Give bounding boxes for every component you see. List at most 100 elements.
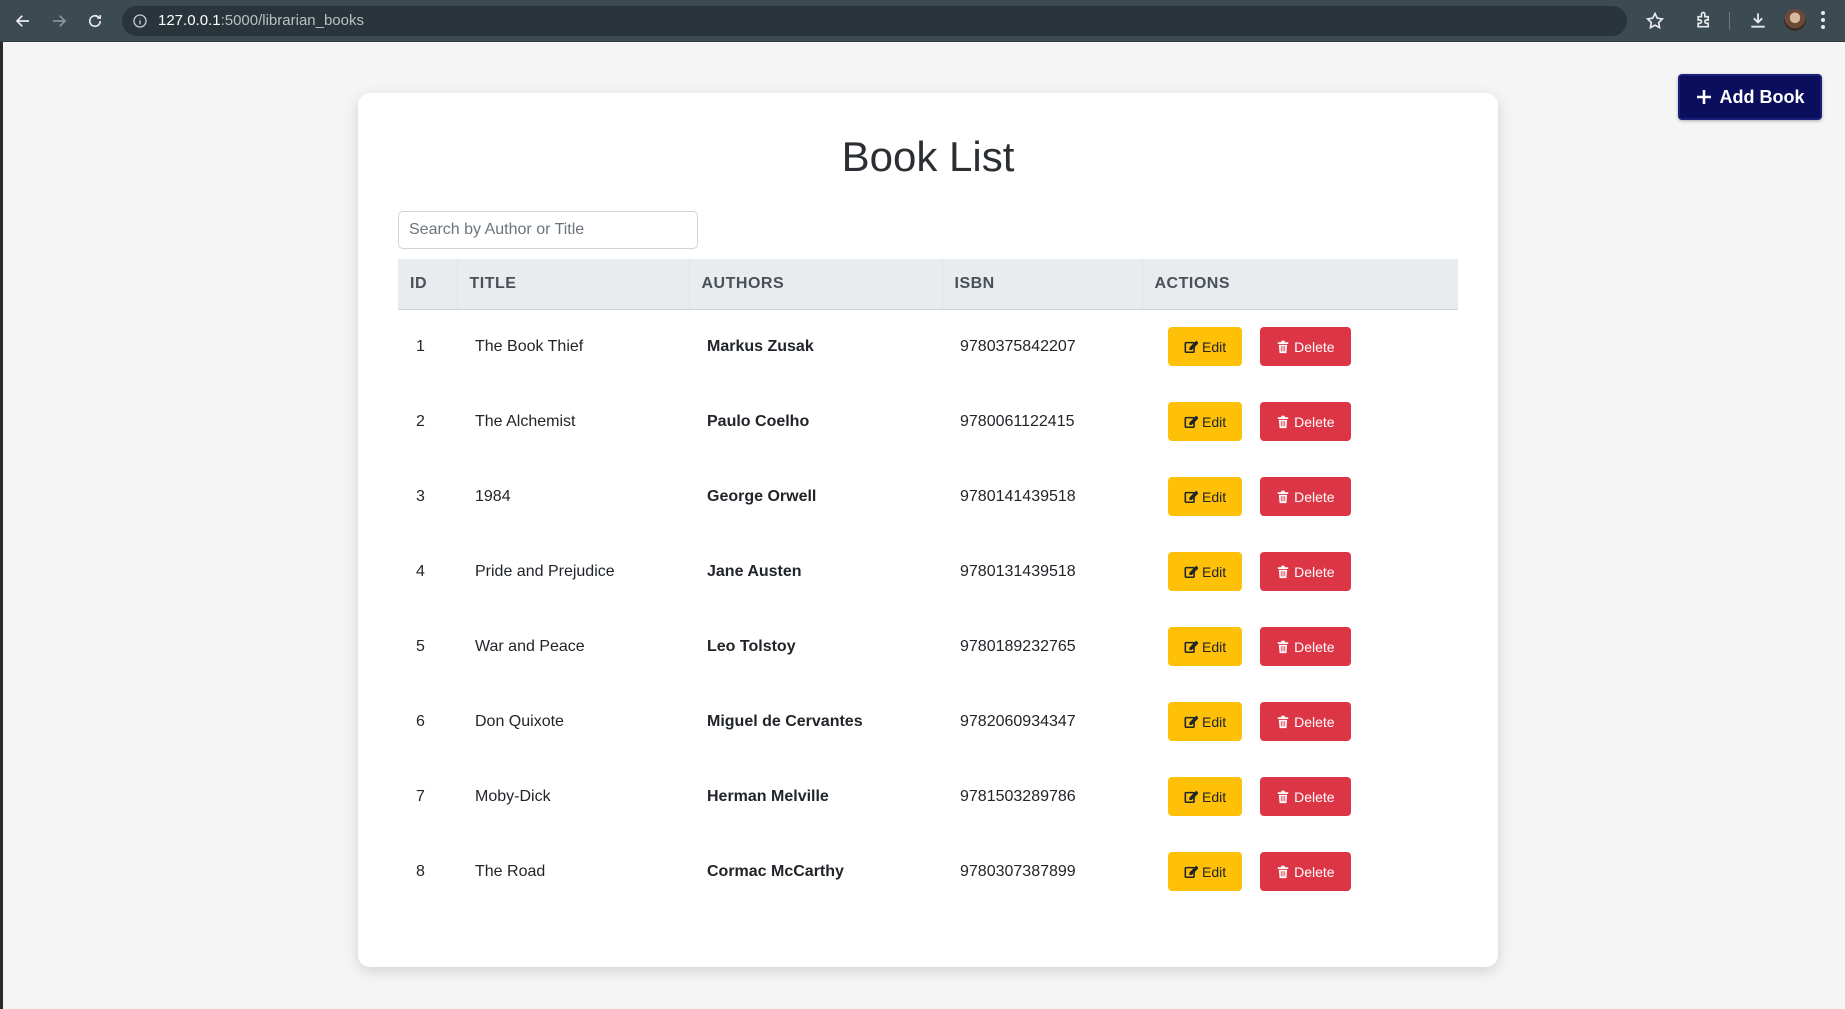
download-icon[interactable] (1748, 10, 1768, 30)
cell-title: Don Quixote (475, 712, 564, 730)
delete-button[interactable]: Delete (1260, 702, 1351, 741)
cell-author: Cormac McCarthy (707, 862, 844, 880)
reload-icon[interactable] (82, 8, 108, 34)
cell-actions: Edit Delete (1142, 609, 1458, 684)
more-menu-icon[interactable] (1820, 10, 1826, 30)
edit-button[interactable]: Edit (1168, 402, 1243, 441)
delete-label: Delete (1294, 713, 1335, 730)
edit-icon (1184, 340, 1198, 353)
delete-label: Delete (1294, 413, 1335, 430)
edit-button[interactable]: Edit (1168, 702, 1243, 741)
edit-button[interactable]: Edit (1168, 777, 1243, 816)
bookmark-star-icon[interactable] (1645, 11, 1665, 31)
url-host: 127.0.0.1 (158, 12, 221, 29)
edit-button[interactable]: Edit (1168, 552, 1243, 591)
trash-icon (1277, 340, 1289, 353)
edit-icon (1184, 415, 1198, 428)
cell-actions: Edit Delete (1142, 759, 1458, 834)
delete-label: Delete (1294, 638, 1335, 655)
edit-button[interactable]: Edit (1168, 627, 1243, 666)
cell-author: Herman Melville (707, 787, 829, 805)
cell-title: War and Peace (475, 637, 585, 655)
delete-button[interactable]: Delete (1260, 552, 1351, 591)
trash-icon (1277, 415, 1289, 428)
forward-icon[interactable] (46, 8, 72, 34)
cell-author: Leo Tolstoy (707, 637, 796, 655)
cell-title: 1984 (475, 487, 511, 505)
table-row: 6 Don Quixote Miguel de Cervantes 978206093… (398, 684, 1458, 759)
back-icon[interactable] (10, 8, 36, 34)
delete-label: Delete (1294, 863, 1335, 880)
cell-id: 4 (416, 562, 425, 580)
table-row: 5 War and Peace Leo Tolstoy 9780189232765 Ed… (398, 609, 1458, 684)
cell-author: Paulo Coelho (707, 412, 810, 430)
edit-label: Edit (1202, 713, 1227, 730)
cell-id: 6 (416, 712, 425, 730)
add-book-button[interactable]: Add Book (1678, 74, 1822, 120)
plus-icon (1696, 90, 1711, 104)
delete-button[interactable]: Delete (1260, 477, 1351, 516)
table-row: 7 Moby-Dick Herman Melville 9781503289786 Ed… (398, 759, 1458, 834)
cell-isbn: 9780141439518 (960, 487, 1076, 505)
edit-icon (1184, 640, 1198, 653)
column-header-actions: ACTIONS (1142, 259, 1458, 310)
cell-id: 3 (416, 487, 425, 505)
page-title: Book List (841, 133, 1015, 180)
edit-icon (1184, 565, 1198, 578)
delete-button[interactable]: Delete (1260, 402, 1351, 441)
column-header-title: TITLE (457, 259, 690, 310)
edit-label: Edit (1202, 488, 1227, 505)
edit-button[interactable]: Edit (1168, 852, 1243, 891)
delete-button[interactable]: Delete (1260, 627, 1351, 666)
cell-id: 8 (416, 862, 425, 880)
window-edge (0, 42, 3, 1009)
trash-icon (1277, 640, 1289, 653)
cell-isbn: 9780061122415 (960, 412, 1075, 430)
table-row: 4 Pride and Prejudice Jane Austen 978013143… (398, 534, 1458, 609)
edit-icon (1184, 490, 1198, 503)
browser-toolbar: 127.0.0.1:5000/librarian_books (0, 0, 1845, 42)
cell-isbn: 9780307387899 (960, 862, 1076, 880)
cell-author: Miguel de Cervantes (707, 712, 863, 730)
cell-title: Pride and Prejudice (475, 562, 615, 580)
cell-title: Moby-Dick (475, 787, 551, 805)
books-table: ID TITLE AUTHORS ISBN ACTIONS 1 The Book … (398, 259, 1458, 909)
profile-avatar[interactable] (1784, 9, 1806, 31)
cell-title: The Alchemist (475, 412, 576, 430)
add-book-label: Add Book (1719, 86, 1805, 107)
cell-id: 2 (416, 412, 425, 430)
trash-icon (1277, 790, 1289, 803)
cell-isbn: 9780131439518 (960, 562, 1076, 580)
delete-button[interactable]: Delete (1260, 852, 1351, 891)
cell-actions: Edit Delete (1142, 459, 1458, 534)
extensions-icon[interactable] (1694, 10, 1714, 30)
cell-actions: Edit Delete (1142, 834, 1458, 909)
edit-button[interactable]: Edit (1168, 477, 1243, 516)
site-info-icon[interactable] (132, 13, 148, 29)
delete-label: Delete (1294, 563, 1335, 580)
cell-author: Markus Zusak (707, 337, 814, 355)
cell-title: The Book Thief (475, 337, 584, 355)
toolbar-separator (1729, 12, 1730, 30)
book-list-card: Book List ID TITLE AUTHORS ISBN ACTIONS … (358, 93, 1498, 967)
edit-label: Edit (1202, 863, 1227, 880)
edit-icon (1184, 865, 1198, 878)
delete-button[interactable]: Delete (1260, 327, 1351, 367)
cell-isbn: 9781503289786 (960, 787, 1076, 805)
address-bar[interactable]: 127.0.0.1:5000/librarian_books (122, 5, 1627, 36)
edit-label: Edit (1202, 638, 1227, 655)
delete-label: Delete (1294, 338, 1335, 355)
search-input[interactable] (398, 211, 698, 249)
table-row: 1 The Book Thief Markus Zusak 9780375842207… (398, 309, 1458, 384)
edit-button[interactable]: Edit (1168, 327, 1243, 367)
table-header-row: ID TITLE AUTHORS ISBN ACTIONS (398, 259, 1458, 310)
table-row: 2 The Alchemist Paulo Coelho 9780061122415 E… (398, 384, 1458, 459)
cell-actions: Edit Delete (1142, 534, 1458, 609)
delete-button[interactable]: Delete (1260, 777, 1351, 816)
cell-isbn: 9782060934347 (960, 712, 1076, 730)
cell-author: George Orwell (707, 487, 817, 505)
column-header-authors: AUTHORS (689, 259, 943, 310)
trash-icon (1277, 715, 1289, 728)
column-header-isbn: ISBN (942, 259, 1143, 310)
cell-id: 1 (416, 337, 425, 355)
